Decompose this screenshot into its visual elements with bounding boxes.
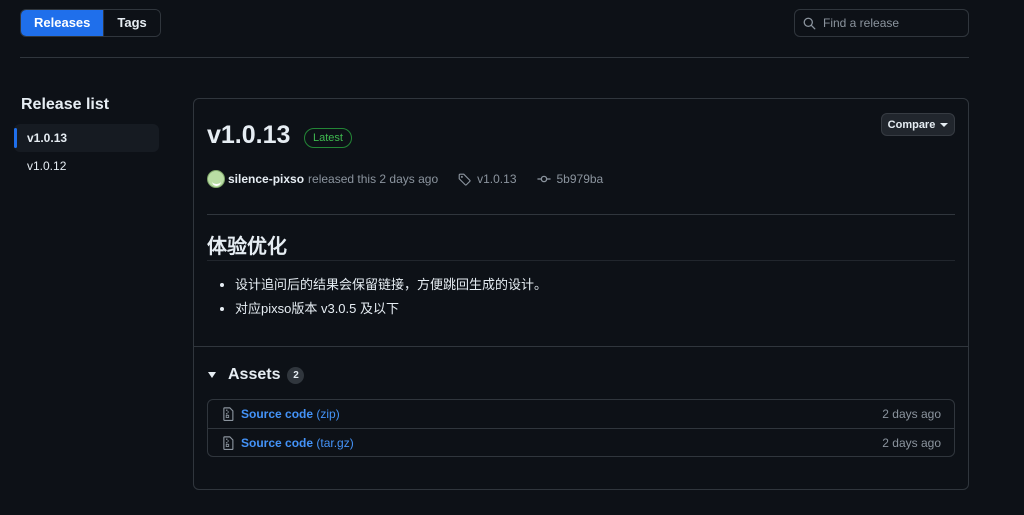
assets-divider [194, 346, 968, 347]
release-note-item: 对应pixso版本 v3.0.5 及以下 [235, 299, 547, 323]
release-card: v1.0.13 Latest Compare silence-pixso rel… [193, 98, 969, 490]
asset-date: 2 days ago [882, 436, 941, 450]
compare-label: Compare [887, 118, 936, 131]
asset-row: Source code (zip) 2 days ago [208, 400, 954, 428]
assets-title: Assets [228, 366, 281, 383]
file-zip-icon [223, 407, 234, 421]
asset-name: Source code [241, 435, 314, 450]
release-list-title: Release list [21, 96, 110, 113]
commit-label: 5b979ba [556, 172, 604, 186]
release-title[interactable]: v1.0.13 [207, 121, 290, 150]
asset-link-source-zip[interactable]: Source code (zip) [241, 407, 340, 421]
release-notes-list: 设计追问后的结果会保留链接，方便跳回生成的设计。 对应pixso版本 v3.0.… [235, 275, 547, 323]
search-box[interactable] [794, 9, 969, 37]
triangle-down-icon [208, 372, 216, 378]
search-input[interactable] [823, 16, 963, 30]
asset-row: Source code (tar.gz) 2 days ago [208, 428, 954, 456]
tag-icon [458, 173, 471, 186]
released-text: released this 2 days ago [308, 172, 439, 186]
release-list-item-v1-0-13[interactable]: v1.0.13 [14, 124, 159, 152]
file-zip-icon [223, 435, 234, 450]
assets-count-badge: 2 [287, 366, 305, 384]
release-list-item-v1-0-12[interactable]: v1.0.12 [14, 152, 159, 180]
latest-badge: Latest [304, 128, 352, 148]
tags-tab[interactable]: Tags [103, 10, 160, 36]
releases-tags-switch: Releases Tags [20, 9, 161, 37]
asset-name: Source code [241, 407, 314, 421]
compare-button[interactable]: Compare [881, 113, 955, 136]
meta-divider [207, 214, 955, 215]
asset-ext: (tar.gz) [316, 435, 354, 450]
release-notes-heading: 体验优化 [207, 236, 287, 258]
avatar[interactable] [207, 170, 225, 188]
author-link[interactable]: silence-pixso [228, 172, 304, 186]
heading-divider [207, 260, 955, 261]
assets-toggle[interactable]: Assets 2 [208, 365, 305, 385]
header-divider [20, 57, 969, 58]
release-note-item: 设计追问后的结果会保留链接，方便跳回生成的设计。 [235, 275, 547, 299]
release-meta: silence-pixso released this 2 days ago v… [207, 169, 603, 189]
commit-link[interactable]: 5b979ba [536, 172, 604, 186]
releases-page: Releases Tags Release list v1.0.13 v1.0.… [0, 0, 1024, 515]
tag-link[interactable]: v1.0.13 [458, 172, 517, 186]
releases-tab[interactable]: Releases [21, 10, 104, 36]
asset-link-source-targz[interactable]: Source code (tar.gz) [241, 436, 354, 450]
asset-ext: (zip) [316, 407, 340, 421]
chevron-down-icon [940, 122, 949, 127]
search-icon [803, 17, 816, 29]
commit-icon [536, 175, 551, 183]
release-list: v1.0.13 v1.0.12 [14, 124, 159, 180]
assets-list: Source code (zip) 2 days ago Source code… [207, 399, 955, 457]
tag-label: v1.0.13 [477, 172, 517, 186]
asset-date: 2 days ago [882, 407, 941, 421]
